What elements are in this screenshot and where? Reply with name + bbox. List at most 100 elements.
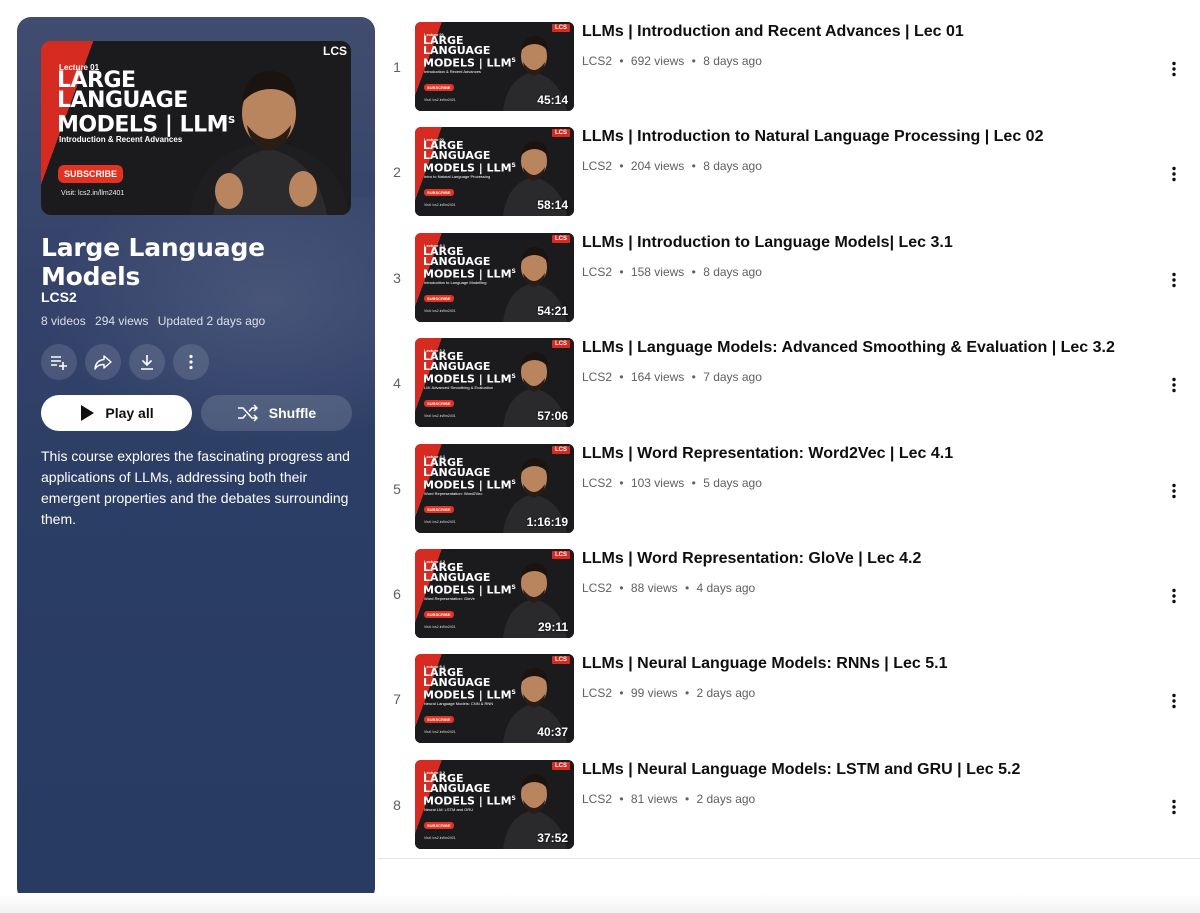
video-title-link[interactable]: LLMs | Neural Language Models: RNNs | Le…: [582, 655, 1142, 673]
thumbnail-visit-url: Visit: lcs2.in/llm2401: [424, 414, 456, 419]
shuffle-button[interactable]: Shuffle: [201, 395, 352, 431]
video-meta: LCS2 • 692 views • 8 days ago: [582, 54, 762, 68]
thumbnail-superscript: S: [511, 267, 516, 275]
page-bottom-edge: [0, 893, 1200, 913]
video-views: 158 views: [630, 264, 685, 279]
video-index: 7: [393, 691, 401, 708]
video-index: 3: [393, 269, 401, 286]
video-thumbnail[interactable]: Lecture 5.1 LARGE LANGUAGE MODELS | LLMS…: [415, 654, 574, 744]
video-thumbnail[interactable]: Lecture 5.2 LARGE LANGUAGE MODELS | LLMS…: [415, 759, 574, 849]
video-title-link[interactable]: LLMs | Introduction to Language Models| …: [582, 234, 1142, 252]
download-button[interactable]: [129, 344, 165, 380]
add-to-queue-icon: [51, 356, 67, 370]
video-index: 2: [393, 164, 401, 181]
thumbnail-headline-line3-text: MODELS | LLM: [423, 478, 512, 492]
thumbnail-visit-url: Visit: lcs2.in/llm2401: [424, 308, 456, 313]
video-channel-link[interactable]: LCS2: [582, 265, 612, 279]
thumbnail-superscript: S: [511, 583, 516, 591]
playlist-video-row[interactable]: 7 Lecture 5.1 LARGE LANGUAGE MODELS | LL…: [378, 649, 1200, 754]
more-vert-icon: [1172, 167, 1176, 182]
video-more-button[interactable]: [1160, 477, 1188, 505]
video-meta: LCS2 • 204 views • 8 days ago: [582, 159, 762, 173]
shuffle-icon: [237, 404, 258, 422]
video-title-link[interactable]: LLMs | Introduction to Natural Language …: [582, 128, 1142, 146]
cover-subscribe-badge: SUBSCRIBE: [58, 165, 124, 183]
video-duration: 45:14: [537, 93, 568, 107]
meta-separator: •: [619, 159, 624, 174]
playlist-action-icons: [41, 344, 209, 380]
video-more-button[interactable]: [1160, 687, 1188, 715]
video-channel-link[interactable]: LCS2: [582, 54, 612, 68]
video-thumbnail[interactable]: Lecture 02 LARGE LANGUAGE MODELS | LLMS …: [415, 127, 574, 217]
video-duration: 1:16:19: [526, 514, 568, 529]
add-to-queue-button[interactable]: [41, 344, 77, 380]
video-channel-link[interactable]: LCS2: [582, 476, 612, 490]
thumbnail-logo: LCS: [552, 445, 570, 454]
thumbnail-headline-line3: MODELS | LLMS: [423, 583, 516, 596]
playlist-video-row[interactable]: 2 Lecture 02 LARGE LANGUAGE MODELS | LLM…: [378, 122, 1200, 227]
video-more-button[interactable]: [1160, 371, 1188, 399]
video-thumbnail[interactable]: Lecture 4.1 LARGE LANGUAGE MODELS | LLMS…: [415, 443, 574, 533]
thumbnail-headline-line3-text: MODELS | LLM: [423, 267, 512, 281]
video-thumbnail[interactable]: Lecture 01 LARGE LANGUAGE MODELS | LLMS …: [415, 22, 574, 111]
playlist-video-row[interactable]: 4 Lecture 3.2 LARGE LANGUAGE MODELS | LL…: [378, 333, 1200, 438]
thumbnail-headline-line3: MODELS | LLMS: [423, 478, 516, 491]
playlist-video-row[interactable]: 3 Lecture 3.1 LARGE LANGUAGE MODELS | LL…: [378, 228, 1200, 333]
thumbnail-visit-url: Visit: lcs2.in/llm2401: [424, 835, 456, 840]
video-more-button[interactable]: [1160, 160, 1188, 188]
playlist-video-row[interactable]: 6 Lecture 4.2 LARGE LANGUAGE MODELS | LL…: [378, 544, 1200, 649]
video-thumbnail[interactable]: Lecture 3.1 LARGE LANGUAGE MODELS | LLMS…: [415, 232, 574, 322]
more-vert-icon: [1172, 272, 1176, 287]
video-channel-link[interactable]: LCS2: [582, 686, 612, 700]
video-thumbnail[interactable]: Lecture 3.2 LARGE LANGUAGE MODELS | LLMS…: [415, 338, 574, 428]
playlist-cover-thumbnail[interactable]: Lecture 01 LARGE LANGUAGE MODELS | LLMS …: [41, 41, 351, 215]
video-duration: 54:21: [537, 303, 568, 318]
video-more-button[interactable]: [1160, 55, 1188, 83]
thumbnail-subtitle: Introduction & Recent Advances: [424, 69, 481, 74]
thumbnail-subscribe-badge: SUBSCRIBE: [424, 505, 454, 513]
playlist-more-button[interactable]: [173, 344, 209, 380]
video-views: 88 views: [630, 580, 678, 595]
playlist-video-row[interactable]: 8 Lecture 5.2 LARGE LANGUAGE MODELS | LL…: [378, 755, 1200, 860]
video-age: 2 days ago: [696, 686, 756, 701]
video-channel-link[interactable]: LCS2: [582, 792, 612, 806]
playlist-header-panel: Lecture 01 LARGE LANGUAGE MODELS | LLMS …: [17, 17, 375, 902]
thumbnail-superscript: S: [511, 162, 516, 170]
meta-separator: •: [691, 54, 696, 68]
cover-headline-line2: LANGUAGE: [57, 88, 188, 113]
thumbnail-headline: LARGE LANGUAGE MODELS | LLMS: [423, 35, 516, 69]
play-all-button[interactable]: Play all: [41, 395, 192, 431]
video-thumbnail[interactable]: Lecture 4.2 LARGE LANGUAGE MODELS | LLMS…: [415, 548, 574, 638]
video-more-button[interactable]: [1160, 266, 1188, 294]
share-icon: [94, 355, 112, 370]
thumbnail-superscript: S: [511, 57, 516, 64]
video-channel-link[interactable]: LCS2: [582, 370, 612, 384]
video-more-button[interactable]: [1160, 582, 1188, 610]
video-title-link[interactable]: LLMs | Neural Language Models: LSTM and …: [582, 761, 1142, 779]
playlist-video-row[interactable]: 5 Lecture 4.1 LARGE LANGUAGE MODELS | LL…: [378, 439, 1200, 544]
video-views: 103 views: [630, 475, 685, 490]
thumbnail-visit-url: Visit: lcs2.in/llm2401: [424, 203, 456, 208]
video-more-button[interactable]: [1160, 793, 1188, 821]
video-title-link[interactable]: LLMs | Language Models: Advanced Smoothi…: [582, 339, 1142, 357]
meta-separator: •: [684, 791, 690, 806]
thumbnail-visit-url: Visit: lcs2.in/llm2401: [424, 624, 456, 629]
share-button[interactable]: [85, 344, 121, 380]
meta-separator: •: [691, 370, 696, 385]
video-views: 164 views: [630, 370, 685, 385]
video-channel-link[interactable]: LCS2: [582, 159, 612, 173]
video-channel-link[interactable]: LCS2: [582, 581, 612, 595]
thumbnail-headline-line2: LANGUAGE: [423, 149, 491, 163]
playlist-channel-link[interactable]: LCS2: [41, 289, 77, 305]
video-title-link[interactable]: LLMs | Word Representation: GloVe | Lec …: [582, 550, 1142, 568]
video-meta: LCS2 • 164 views • 7 days ago: [582, 370, 762, 384]
list-bottom-divider: [378, 858, 1200, 859]
video-title-link[interactable]: LLMs | Introduction and Recent Advances …: [582, 23, 1142, 41]
video-duration: 57:06: [537, 409, 568, 424]
playlist-video-row[interactable]: 1 Lecture 01 LARGE LANGUAGE MODELS | LLM…: [378, 17, 1200, 122]
video-age: 8 days ago: [703, 264, 762, 279]
video-title-link[interactable]: LLMs | Word Representation: Word2Vec | L…: [582, 445, 1142, 463]
video-index: 1: [393, 59, 401, 75]
thumbnail-headline-line3: MODELS | LLMS: [423, 161, 516, 174]
meta-separator: •: [619, 370, 624, 385]
